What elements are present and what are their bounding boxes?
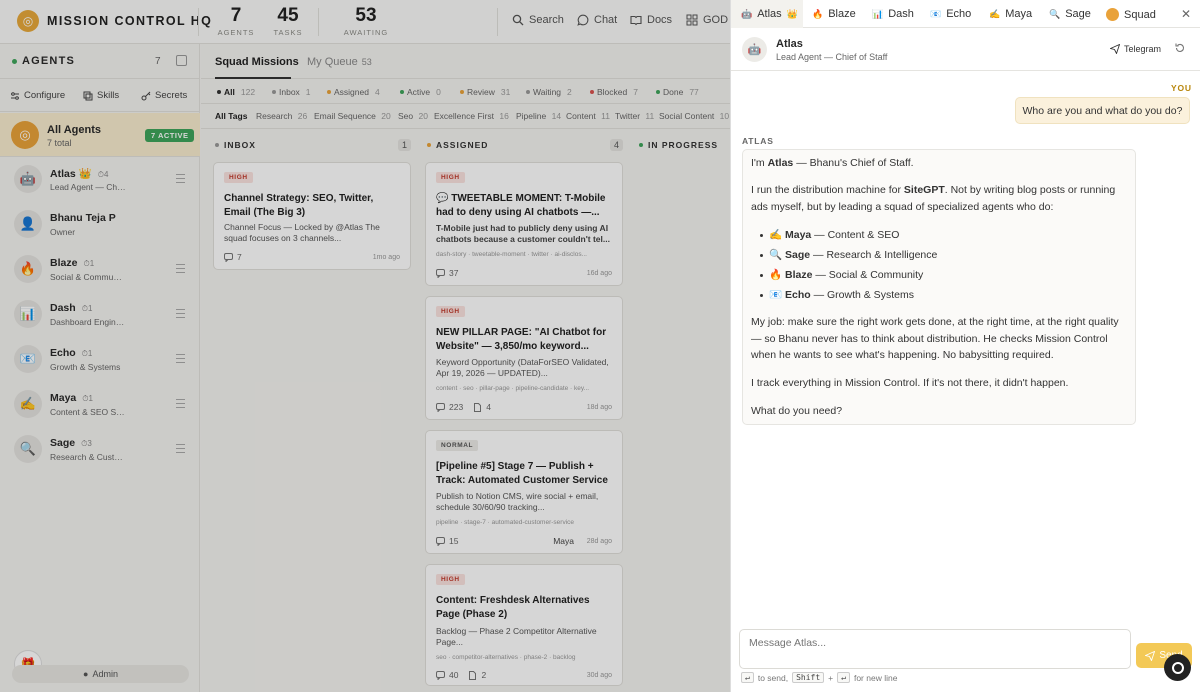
- hint-plus: +: [828, 672, 834, 683]
- message-input[interactable]: [739, 629, 1131, 669]
- reply-paragraph: I run the distribution machine for SiteG…: [751, 182, 1129, 215]
- mail-icon: 📧: [769, 289, 783, 301]
- list-name: Maya: [785, 229, 812, 241]
- sender-label-you: YOU: [1171, 83, 1192, 93]
- chat-tab-label: Dash: [888, 8, 914, 20]
- reply-text: — Bhanu's Chief of Staff.: [793, 157, 914, 169]
- enter-key: ↵: [741, 672, 754, 683]
- mail-icon: 📧: [930, 8, 942, 19]
- reply-paragraph: I'm Atlas — Bhanu's Chief of Staff.: [751, 155, 1129, 172]
- list-bullet: [760, 254, 763, 257]
- pen-icon: ✍️: [989, 8, 1001, 19]
- squad-icon: [1106, 8, 1119, 21]
- list-role: — Content & SEO: [811, 229, 900, 241]
- chat-tab-label: Sage: [1065, 8, 1091, 20]
- list-name: Sage: [785, 249, 811, 261]
- chat-tab-echo[interactable]: 📧 Echo: [930, 8, 971, 20]
- reply-bold: Atlas: [767, 157, 794, 169]
- close-icon[interactable]: ✕: [1181, 7, 1191, 21]
- modal-backdrop[interactable]: [0, 0, 730, 692]
- hint-text: for new line: [853, 672, 898, 683]
- chat-tab-label: Atlas: [757, 8, 782, 20]
- floating-action-button[interactable]: [1164, 654, 1191, 681]
- chat-tab-squad[interactable]: Squad: [1106, 8, 1156, 21]
- user-message: Who are you and what do you do?: [1015, 97, 1190, 124]
- robot-icon: 🤖: [741, 8, 753, 19]
- list-name: Echo: [785, 289, 811, 301]
- sender-label-atlas: ATLAS: [742, 136, 774, 146]
- chat-tab-label: Blaze: [828, 8, 856, 20]
- list-role: — Research & Intelligence: [810, 249, 938, 261]
- fire-icon: 🔥: [769, 269, 783, 281]
- app-window: ◎ MISSION CONTROL HQ 7 AGENTS 45 TASKS 5…: [0, 0, 1200, 692]
- magnifier-icon: 🔍: [1049, 8, 1061, 19]
- chat-tab-blaze[interactable]: 🔥 Blaze: [812, 8, 856, 20]
- chat-agent-name: Atlas: [776, 38, 803, 50]
- chart-icon: 📊: [872, 8, 884, 19]
- list-name: Blaze: [785, 269, 813, 281]
- reply-text: I'm: [751, 157, 768, 169]
- reply-paragraph: What do you need?: [751, 405, 843, 417]
- chat-tab-maya[interactable]: ✍️ Maya: [989, 8, 1032, 20]
- reply-text: I run the distribution machine for: [751, 184, 904, 196]
- list-bullet: [760, 294, 763, 297]
- fire-icon: 🔥: [812, 8, 824, 19]
- telegram-label: Telegram: [1124, 44, 1162, 54]
- send-icon: [1110, 44, 1120, 54]
- list-bullet: [760, 234, 763, 237]
- pen-icon: ✍️: [769, 229, 783, 241]
- chat-tab-dash[interactable]: 📊 Dash: [872, 8, 914, 20]
- shift-key: Shift: [792, 672, 825, 683]
- list-bullet: [760, 274, 763, 277]
- chat-tab-label: Maya: [1005, 8, 1033, 20]
- reply-bold: SiteGPT: [903, 184, 945, 196]
- list-item: 📧 Echo — Growth & Systems: [769, 288, 914, 302]
- list-item: 🔍 Sage — Research & Intelligence: [769, 248, 937, 262]
- reset-icon[interactable]: [1174, 42, 1186, 54]
- send-icon: [1145, 650, 1156, 661]
- list-item: ✍️ Maya — Content & SEO: [769, 228, 899, 242]
- telegram-button[interactable]: Telegram: [1110, 44, 1161, 54]
- hint-text: to send,: [757, 672, 789, 683]
- chat-agent-role: Lead Agent — Chief of Staff: [776, 52, 888, 62]
- crown-icon: 👑: [786, 8, 798, 19]
- chat-panel: 🤖 Atlas 👑 🔥 Blaze 📊 Dash 📧 Echo ✍️ Maya 🔍 Sage …: [730, 0, 1200, 692]
- chat-header: 🤖 Atlas Lead Agent — Chief of Staff Tele…: [731, 28, 1200, 71]
- list-role: — Social & Community: [812, 269, 924, 281]
- keyboard-hint: ↵ to send, Shift + ↵ for new line: [741, 672, 897, 683]
- assistant-message: I'm Atlas — Bhanu's Chief of Staff. I ru…: [742, 149, 1136, 425]
- magnifier-icon: 🔍: [769, 249, 783, 261]
- chat-tab-sage[interactable]: 🔍 Sage: [1049, 8, 1091, 20]
- chat-tab-label: Squad: [1124, 8, 1156, 21]
- chat-agent-tabs: 🤖 Atlas 👑 🔥 Blaze 📊 Dash 📧 Echo ✍️ Maya 🔍 Sage …: [731, 0, 1200, 28]
- chat-tab-label: Echo: [946, 8, 972, 20]
- list-role: — Growth & Systems: [810, 289, 914, 301]
- reply-paragraph: I track everything in Mission Control. I…: [751, 377, 1069, 389]
- enter-key: ↵: [837, 672, 850, 683]
- robot-icon: 🤖: [742, 37, 767, 62]
- list-item: 🔥 Blaze — Social & Community: [769, 268, 923, 282]
- chat-tab-atlas[interactable]: 🤖 Atlas 👑: [741, 8, 798, 20]
- reply-paragraph: My job: make sure the right work gets do…: [751, 316, 1119, 361]
